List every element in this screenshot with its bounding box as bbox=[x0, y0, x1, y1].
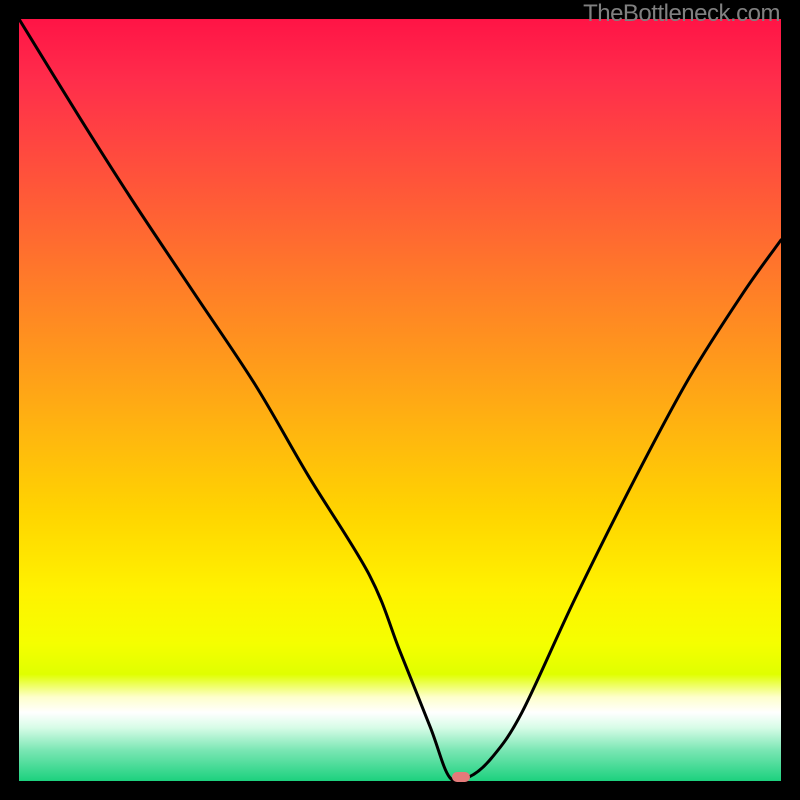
watermark-text: TheBottleneck.com bbox=[583, 0, 780, 28]
bottleneck-curve bbox=[19, 19, 781, 781]
chart-container: TheBottleneck.com bbox=[0, 0, 800, 800]
optimal-marker bbox=[452, 772, 470, 782]
